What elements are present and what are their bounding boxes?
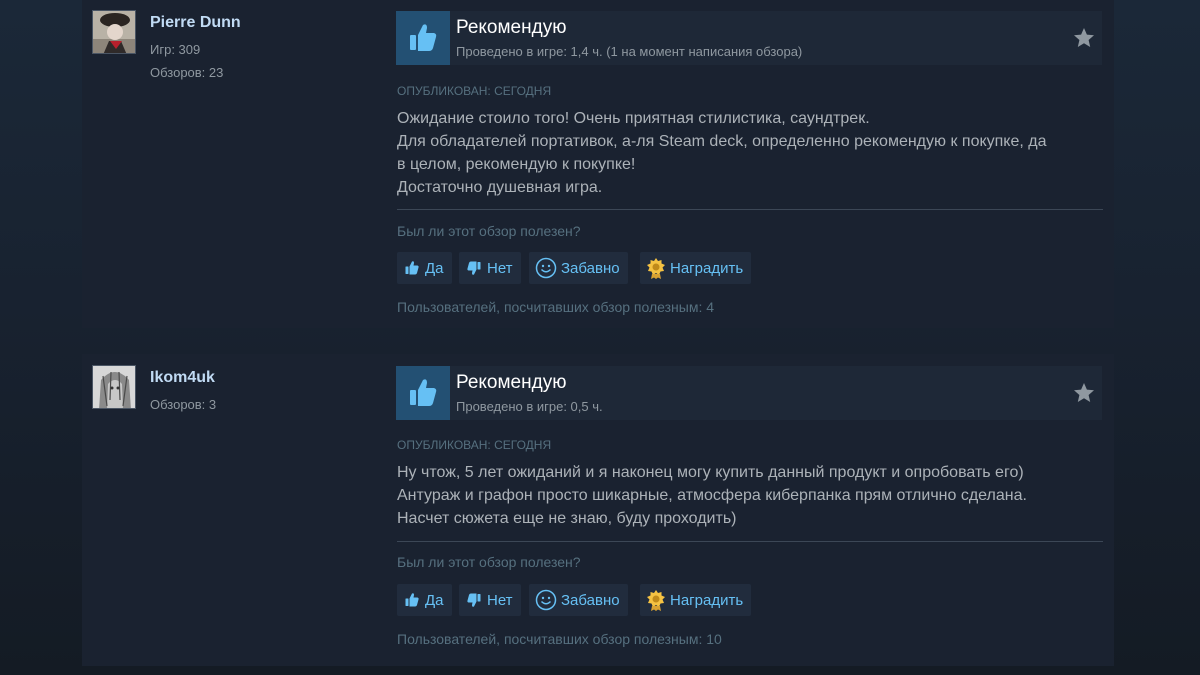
recommended-badge (396, 366, 450, 420)
award-button[interactable]: Наградить (640, 252, 752, 284)
thumbs-up-icon (410, 379, 437, 406)
divider (397, 209, 1103, 210)
review-body-line: Антураж и графон просто шикарные, атмосф… (397, 487, 1027, 504)
author-avatar[interactable] (92, 10, 136, 54)
award-medal-icon (646, 589, 666, 611)
recommended-badge (396, 11, 450, 65)
review-body: Ну чтож, 5 лет ожиданий и я наконец могу… (397, 461, 1117, 530)
vote-no-button[interactable]: Нет (459, 584, 521, 616)
vote-yes-button[interactable]: Да (397, 584, 452, 616)
posted-date: Опубликован: сегодня (397, 438, 552, 452)
vote-funny-button[interactable]: Забавно (529, 584, 628, 616)
review-body-line: Ожидание стоило того! Очень приятная сти… (397, 110, 870, 127)
playtime: Проведено в игре: 1,4 ч. (1 на момент на… (456, 44, 803, 59)
author-avatar[interactable] (92, 365, 136, 409)
review-card: Ikom4uk Обзоров: 3 Рекомендую Проведено … (82, 354, 1114, 666)
thumbs-up-icon (403, 591, 421, 609)
playtime: Проведено в игре: 0,5 ч. (456, 399, 603, 414)
helpful-question: Был ли этот обзор полезен? (397, 223, 581, 239)
helpful-count: Пользователей, посчитавших обзор полезны… (397, 631, 722, 647)
review-body-line: Ну чтож, 5 лет ожиданий и я наконец могу… (397, 464, 1024, 481)
award-label: Наградить (670, 591, 744, 609)
posted-date: Опубликован: сегодня (397, 84, 552, 98)
vote-funny-button[interactable]: Забавно (529, 252, 628, 284)
vote-no-button[interactable]: Нет (459, 252, 521, 284)
author-name[interactable]: Ikom4uk (150, 369, 215, 387)
vote-yes-button[interactable]: Да (397, 252, 452, 284)
thumbs-down-icon (465, 591, 483, 609)
thumbs-down-icon (465, 259, 483, 277)
thumbs-up-icon (403, 259, 421, 277)
divider (397, 541, 1103, 542)
star-icon[interactable] (1072, 381, 1096, 405)
award-button[interactable]: Наградить (640, 584, 752, 616)
star-icon[interactable] (1072, 26, 1096, 50)
recommendation-title: Рекомендую (456, 372, 567, 393)
author-games-count[interactable]: Игр: 309 (150, 42, 200, 57)
review-header[interactable]: Рекомендую Проведено в игре: 0,5 ч. (396, 366, 1102, 420)
smiley-icon (535, 589, 557, 611)
review-body-line: Достаточно душевная игра. (397, 179, 603, 196)
vote-yes-label: Да (425, 591, 444, 609)
vote-no-label: Нет (487, 591, 513, 609)
review-body: Ожидание стоило того! Очень приятная сти… (397, 107, 1117, 199)
avatar-image (93, 11, 135, 53)
author-name[interactable]: Pierre Dunn (150, 14, 241, 32)
smiley-icon (535, 257, 557, 279)
review-body-line: Для обладателей портативок, а-ля Steam d… (397, 133, 1047, 150)
thumbs-up-icon (410, 24, 437, 51)
review-card: Pierre Dunn Игр: 309 Обзоров: 23 Рекомен… (82, 0, 1114, 328)
avatar-image (93, 366, 135, 408)
vote-yes-label: Да (425, 259, 444, 277)
helpful-question: Был ли этот обзор полезен? (397, 554, 581, 570)
award-medal-icon (646, 257, 666, 279)
review-body-line: в целом, рекомендую к покупке! (397, 156, 636, 173)
helpful-count: Пользователей, посчитавших обзор полезны… (397, 299, 715, 315)
author-reviews-count[interactable]: Обзоров: 3 (150, 397, 216, 412)
review-header[interactable]: Рекомендую Проведено в игре: 1,4 ч. (1 н… (396, 11, 1102, 65)
vote-no-label: Нет (487, 259, 513, 277)
author-reviews-count[interactable]: Обзоров: 23 (150, 65, 223, 80)
vote-funny-label: Забавно (561, 259, 620, 277)
recommendation-title: Рекомендую (456, 17, 567, 38)
award-label: Наградить (670, 259, 744, 277)
vote-funny-label: Забавно (561, 591, 620, 609)
review-body-line: Насчет сюжета еще не знаю, буду проходит… (397, 510, 737, 527)
